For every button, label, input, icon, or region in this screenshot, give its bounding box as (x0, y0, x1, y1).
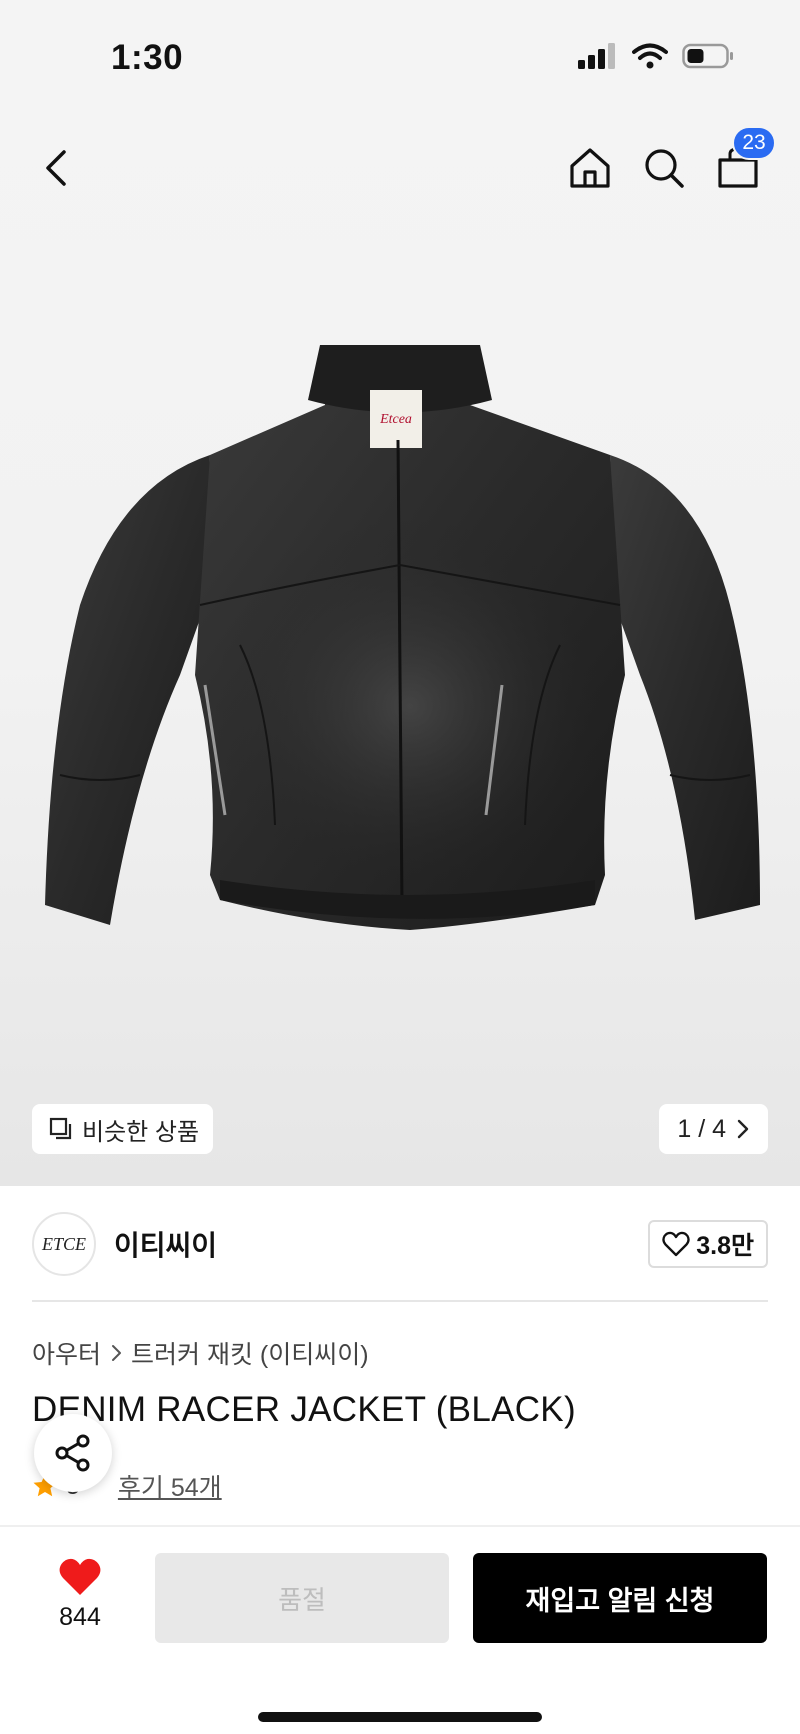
chevron-left-icon (46, 150, 66, 186)
image-page-count: 1 / 4 (677, 1114, 726, 1143)
breadcrumb: 아우터 트러커 재킷 (이티씨이) (32, 1335, 369, 1371)
product-image[interactable]: Etcea (40, 345, 770, 1025)
search-icon (645, 149, 684, 188)
jacket-brand-label: Etcea (379, 412, 412, 427)
cart-count-badge: 23 (732, 126, 776, 160)
restock-alert-button[interactable]: 재입고 알림 신청 (473, 1553, 767, 1643)
soldout-button: 품절 (155, 1553, 449, 1643)
status-icons (578, 43, 734, 69)
status-bar: 1:30 (0, 0, 800, 110)
similar-products-label: 비슷한 상품 (82, 1118, 200, 1146)
status-time: 1:30 (111, 38, 184, 77)
brand-like-button[interactable]: 3.8만 (648, 1220, 768, 1268)
battery-icon (682, 43, 733, 69)
share-button[interactable] (34, 1414, 112, 1492)
product-title: DENIM RACER JACKET (BLACK) (32, 1390, 576, 1429)
home-icon (570, 148, 610, 188)
brand-like-count: 3.8만 (696, 1232, 754, 1260)
cellular-signal-icon (578, 43, 615, 69)
heart-filled-icon (59, 1558, 101, 1595)
brand-logo[interactable]: ETCE (32, 1212, 96, 1276)
divider (32, 1300, 768, 1302)
back-button[interactable] (36, 146, 80, 190)
heart-outline-icon (662, 1231, 690, 1257)
breadcrumb-subcategory[interactable]: 트러커 재킷 (이티씨이) (131, 1335, 369, 1371)
brand-row: ETCE 이티씨이 3.8만 (32, 1210, 768, 1278)
search-button[interactable] (642, 146, 686, 190)
wifi-icon (632, 43, 668, 69)
nav-actions: 23 (568, 126, 776, 190)
top-navigation: 23 (0, 126, 800, 210)
share-icon (55, 1434, 90, 1472)
cart-button[interactable]: 23 (716, 126, 776, 190)
chevron-right-icon (737, 1119, 749, 1139)
product-like-button[interactable]: 844 (40, 1557, 120, 1632)
similar-items-icon (49, 1117, 72, 1140)
breadcrumb-category[interactable]: 아우터 (32, 1335, 101, 1371)
product-gallery[interactable]: 23 Etcea 비슷한 상품 1 / 4 (0, 0, 800, 1186)
chevron-right-icon (112, 1345, 122, 1361)
bottom-action-bar: 844 품절 재입고 알림 신청 (0, 1525, 800, 1734)
similar-products-button[interactable]: 비슷한 상품 (32, 1104, 214, 1154)
home-indicator (258, 1712, 542, 1722)
product-like-count: 844 (59, 1603, 101, 1631)
image-page-indicator[interactable]: 1 / 4 (659, 1104, 768, 1154)
brand-name[interactable]: 이티씨이 (114, 1224, 217, 1264)
home-button[interactable] (568, 146, 612, 190)
reviews-link[interactable]: 후기 54개 (118, 1468, 222, 1504)
